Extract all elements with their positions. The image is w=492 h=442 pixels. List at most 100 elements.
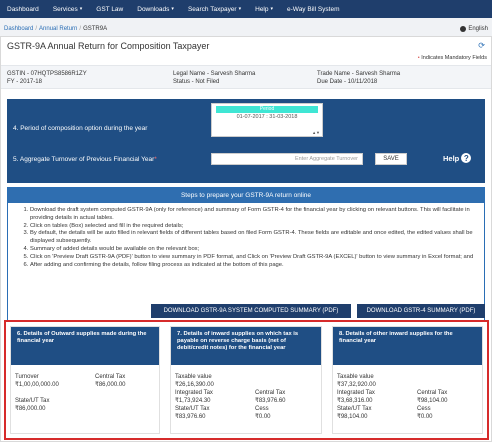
period-option[interactable]: 01-07-2017 : 31-03-2018 [212,114,322,120]
download-system-summary-button[interactable]: DOWNLOAD GSTR-9A SYSTEM COMPUTED SUMMARY… [151,304,351,318]
top-navigation: Dashboard Services ▾ GST Law Downloads ▾ S… [0,0,492,18]
field-label: State/UT Tax [175,406,210,412]
steps-heading: Steps to prepare your GSTR-9A return onl… [8,188,484,203]
globe-icon [460,26,467,32]
nav-downloads[interactable]: Downloads ▾ [130,0,181,18]
breadcrumb-dashboard[interactable]: Dashboard [4,26,33,32]
nav-label: Search Taxpayer [187,5,237,13]
nav-eway-bill[interactable]: e-Way Bill System [280,0,347,18]
period-selected-option: Period [216,106,318,113]
field-label: Turnover [15,374,39,380]
gstin: GSTIN - 07HQTPS8586R1ZY [7,71,87,77]
nav-search-taxpayer[interactable]: Search Taxpayer ▾ [181,0,248,18]
language-label: English [468,26,488,32]
table-8-title: 8. Details of other inward supplies for … [333,327,482,365]
composition-section: 4. Period of composition option during t… [7,99,485,183]
field-value: ₹0.00 [417,414,433,420]
breadcrumb-separator: / [35,26,38,32]
field-label: Integrated Tax [175,390,213,396]
field-label: Central Tax [417,390,448,396]
field-value: ₹1,00,00,000.00 [15,382,59,388]
field-value: ₹98,104.00 [417,398,448,404]
table-8-taxable-value: Taxable value ₹37,32,920.00 [337,373,376,389]
nav-gst-law[interactable]: GST Law [89,0,130,18]
table-7-taxable-value: Taxable value ₹26,16,390.00 [175,373,214,389]
legal-block: Legal Name - Sarvesh Sharma Status - Not… [173,70,255,86]
nav-dashboard[interactable]: Dashboard [0,0,46,18]
field-value: ₹0.00 [255,414,271,420]
caret-down-icon: ▾ [171,6,174,12]
table-6-card[interactable]: 6. Details of Outward supplies made duri… [10,326,160,434]
field-value: ₹86,000.00 [95,382,126,388]
help-link[interactable]: Help ? [443,153,472,163]
nav-label: Downloads [137,5,170,13]
table-7-title: 7. Details of inward supplies on which t… [171,327,321,365]
step-item: After adding and confirming the details,… [30,262,474,270]
caret-down-icon: ▾ [238,6,242,12]
field-label: State/UT Tax [15,398,50,404]
field-value: ₹86,000.00 [15,406,46,412]
trade-name: Trade Name - Sarvesh Sharma [317,71,401,77]
download-gstr4-summary-button[interactable]: DOWNLOAD GSTR-4 SUMMARY (PDF) [357,304,485,318]
table-7-state-tax: State/UT Tax ₹83,976.60 [175,405,209,421]
main-card: GSTR-9A Annual Return for Composition Ta… [0,36,492,442]
breadcrumb-annual-return[interactable]: Annual Return [39,26,77,32]
table-7-card[interactable]: 7. Details of inward supplies on which t… [170,326,322,434]
field-value: ₹3,68,316.00 [337,398,373,404]
breadcrumb-current: GSTR9A [83,26,108,32]
page-title: GSTR-9A Annual Return for Composition Ta… [7,41,210,51]
field-label: Cess [417,406,431,412]
field-label: Central Tax [255,390,286,396]
field-label: Taxable value [337,374,374,380]
field-value: ₹1,73,924.30 [175,398,211,404]
field-value: ₹37,32,920.00 [337,382,376,388]
table-8-cess: Cess ₹0.00 [417,405,433,421]
field-label: Integrated Tax [337,390,375,396]
nav-label: Help [255,5,269,13]
refresh-icon[interactable]: ⟳ [478,41,485,50]
nav-label: GST Law [96,5,124,13]
field-value: ₹98,104.00 [337,414,368,420]
period-label: 4. Period of composition option during t… [13,125,148,132]
step-item: Download the draft system computed GSTR-… [30,207,474,223]
table-6-central-tax: Central Tax ₹86,000.00 [95,373,126,389]
table-6-state-tax: State/UT Tax ₹86,000.00 [15,397,49,413]
table-6-title: 6. Details of Outward supplies made duri… [11,327,159,365]
table-7-central-tax: Central Tax ₹83,976.60 [255,389,286,405]
save-button[interactable]: SAVE [375,153,407,165]
financial-year: FY - 2017-18 [7,79,42,85]
taxpayer-info: GSTIN - 07HQTPS8586R1ZY FY - 2017-18 Leg… [1,65,491,89]
field-value: ₹83,976.60 [255,398,286,404]
breadcrumb: Dashboard / Annual Return / GSTR9A Engli… [0,23,492,35]
tables-section: 6. Details of Outward supplies made duri… [4,320,489,440]
nav-services[interactable]: Services ▾ [46,0,89,18]
nav-help[interactable]: Help ▾ [248,0,280,18]
table-8-state-tax: State/UT Tax ₹98,104.00 [337,405,371,421]
help-label: Help [443,153,460,163]
period-select[interactable]: Period 01-07-2017 : 31-03-2018 ▲▼ [211,103,323,137]
aggregate-turnover-input[interactable] [211,153,363,165]
nav-label: e-Way Bill System [287,5,340,13]
field-value: ₹83,976.60 [175,414,206,420]
table-7-integrated-tax: Integrated Tax ₹1,73,924.30 [175,389,213,405]
mandatory-note: • Indicates Mandatory Fields [418,55,487,61]
required-star-icon: • [417,55,420,61]
table-6-turnover: Turnover ₹1,00,00,000.00 [15,373,59,389]
table-8-integrated-tax: Integrated Tax ₹3,68,316.00 [337,389,375,405]
step-item: By default, the details will be auto fil… [30,230,474,246]
turnover-label-text: 5. Aggregate Turnover of Previous Financ… [13,156,155,163]
filing-status: Status - Not Filed [173,79,220,85]
steps-list: Download the draft system computed GSTR-… [22,207,474,269]
field-label: Taxable value [175,374,212,380]
select-caret-icon: ▲▼ [312,130,320,135]
language-selector[interactable]: English [460,26,488,32]
step-item: Click on 'Preview Draft GSTR-9A (PDF)' b… [30,254,474,262]
table-8-card[interactable]: 8. Details of other inward supplies for … [332,326,483,434]
caret-down-icon: ▾ [79,6,83,12]
breadcrumb-separator: / [79,26,82,32]
field-label: Cess [255,406,269,412]
step-item: Click on tables (Box) selected and fill … [30,223,474,231]
legal-name: Legal Name - Sarvesh Sharma [173,71,256,77]
table-8-central-tax: Central Tax ₹98,104.00 [417,389,448,405]
step-item: Summary of added details would be availa… [30,246,474,254]
